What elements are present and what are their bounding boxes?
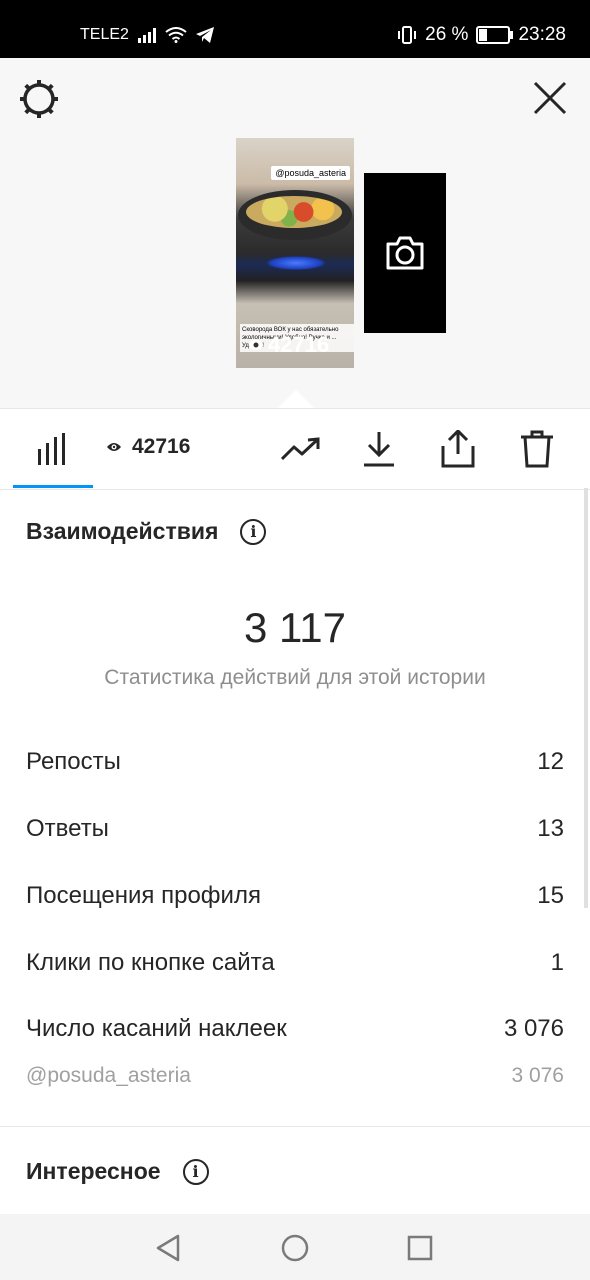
nav-recents-button[interactable] bbox=[404, 1232, 436, 1264]
stat-label: Репосты bbox=[26, 748, 121, 775]
stat-value: 15 bbox=[537, 882, 564, 909]
delete-button[interactable] bbox=[517, 429, 557, 469]
stat-value: 13 bbox=[537, 815, 564, 842]
share-button[interactable] bbox=[438, 429, 478, 469]
home-circle-icon bbox=[281, 1234, 309, 1262]
carrier-label: TELE2 bbox=[80, 26, 129, 43]
story-preview-area: @posuda_asteria Сковорода ВОК у нас обяз… bbox=[0, 58, 590, 410]
scrollbar[interactable] bbox=[584, 488, 588, 908]
eye-icon bbox=[107, 443, 121, 451]
status-left: TELE2 bbox=[80, 26, 215, 44]
stat-row-reposts: Репосты 12 bbox=[26, 748, 564, 776]
stat-label: Посещения профиля bbox=[26, 882, 261, 909]
trending-up-icon bbox=[281, 437, 320, 461]
stat-subrow-mention[interactable]: @posuda_asteria 3 076 bbox=[26, 1064, 564, 1088]
nav-home-button[interactable] bbox=[279, 1232, 311, 1264]
story-thumbnail[interactable]: @posuda_asteria Сковорода ВОК у нас обяз… bbox=[236, 138, 354, 368]
back-triangle-icon bbox=[156, 1234, 180, 1262]
food-image bbox=[246, 196, 342, 228]
battery-percent: 26 % bbox=[425, 24, 469, 45]
tab-viewers[interactable]: 42716 bbox=[106, 435, 190, 459]
stat-label: Число касаний наклеек bbox=[26, 1015, 287, 1042]
wifi-icon bbox=[165, 27, 187, 43]
views-count-value: 42716 bbox=[132, 435, 191, 458]
stat-sub-label: @posuda_asteria bbox=[26, 1064, 191, 1087]
bar-chart-icon bbox=[38, 433, 65, 465]
telegram-icon bbox=[195, 27, 214, 43]
download-button[interactable] bbox=[359, 429, 399, 469]
story-mention-tag: @posuda_asteria bbox=[271, 166, 350, 180]
stat-value: 1 bbox=[550, 949, 564, 976]
active-tab-indicator bbox=[13, 485, 93, 488]
add-story-card[interactable] bbox=[364, 173, 446, 333]
stat-label: Ответы bbox=[26, 815, 109, 842]
interactions-header: Взаимодействия i bbox=[26, 518, 267, 545]
stat-value: 3 076 bbox=[503, 1015, 564, 1042]
story-views-overlay: 42716 bbox=[248, 332, 329, 358]
settings-gear-icon[interactable] bbox=[18, 78, 60, 120]
interesting-header: Интересное i bbox=[26, 1158, 209, 1185]
close-icon[interactable] bbox=[532, 80, 568, 116]
stat-row-replies: Ответы 13 bbox=[26, 815, 564, 843]
camera-icon bbox=[386, 236, 424, 270]
selection-pointer bbox=[276, 390, 316, 410]
interesting-title: Интересное bbox=[26, 1158, 161, 1184]
status-right: 26 % 23:28 bbox=[397, 24, 566, 46]
stat-label: Клики по кнопке сайта bbox=[26, 949, 275, 976]
signal-icon bbox=[137, 28, 156, 43]
stat-row-website-clicks: Клики по кнопке сайта 1 bbox=[26, 949, 564, 977]
flame-image bbox=[266, 256, 326, 270]
status-bar: TELE2 26 % 23:28 bbox=[0, 0, 590, 58]
clock: 23:28 bbox=[518, 24, 566, 45]
download-icon bbox=[364, 432, 394, 467]
stat-value: 12 bbox=[537, 748, 564, 775]
share-icon bbox=[441, 430, 475, 468]
story-views-value: 42716 bbox=[268, 332, 330, 357]
promote-button[interactable] bbox=[281, 429, 321, 469]
recents-square-icon bbox=[407, 1235, 433, 1261]
eye-icon bbox=[249, 340, 263, 350]
interactions-total: 3 117 bbox=[244, 604, 346, 651]
info-icon[interactable]: i bbox=[182, 1158, 209, 1185]
vibrate-icon bbox=[398, 26, 417, 44]
nav-back-button[interactable] bbox=[152, 1232, 184, 1264]
info-icon[interactable]: i bbox=[240, 518, 267, 545]
stat-row-profile-visits: Посещения профиля 15 bbox=[26, 882, 564, 910]
interactions-caption: Статистика действий для этой истории bbox=[104, 666, 486, 689]
section-divider bbox=[0, 1126, 590, 1127]
battery-icon bbox=[476, 26, 514, 44]
stat-sub-value: 3 076 bbox=[511, 1064, 564, 1087]
interactions-title: Взаимодействия bbox=[26, 518, 219, 544]
system-nav-bar bbox=[0, 1214, 590, 1280]
stat-row-sticker-taps: Число касаний наклеек 3 076 bbox=[26, 1015, 564, 1043]
trash-icon bbox=[521, 430, 553, 468]
tab-insights[interactable] bbox=[32, 429, 72, 469]
story-tabs: 42716 bbox=[0, 408, 590, 490]
